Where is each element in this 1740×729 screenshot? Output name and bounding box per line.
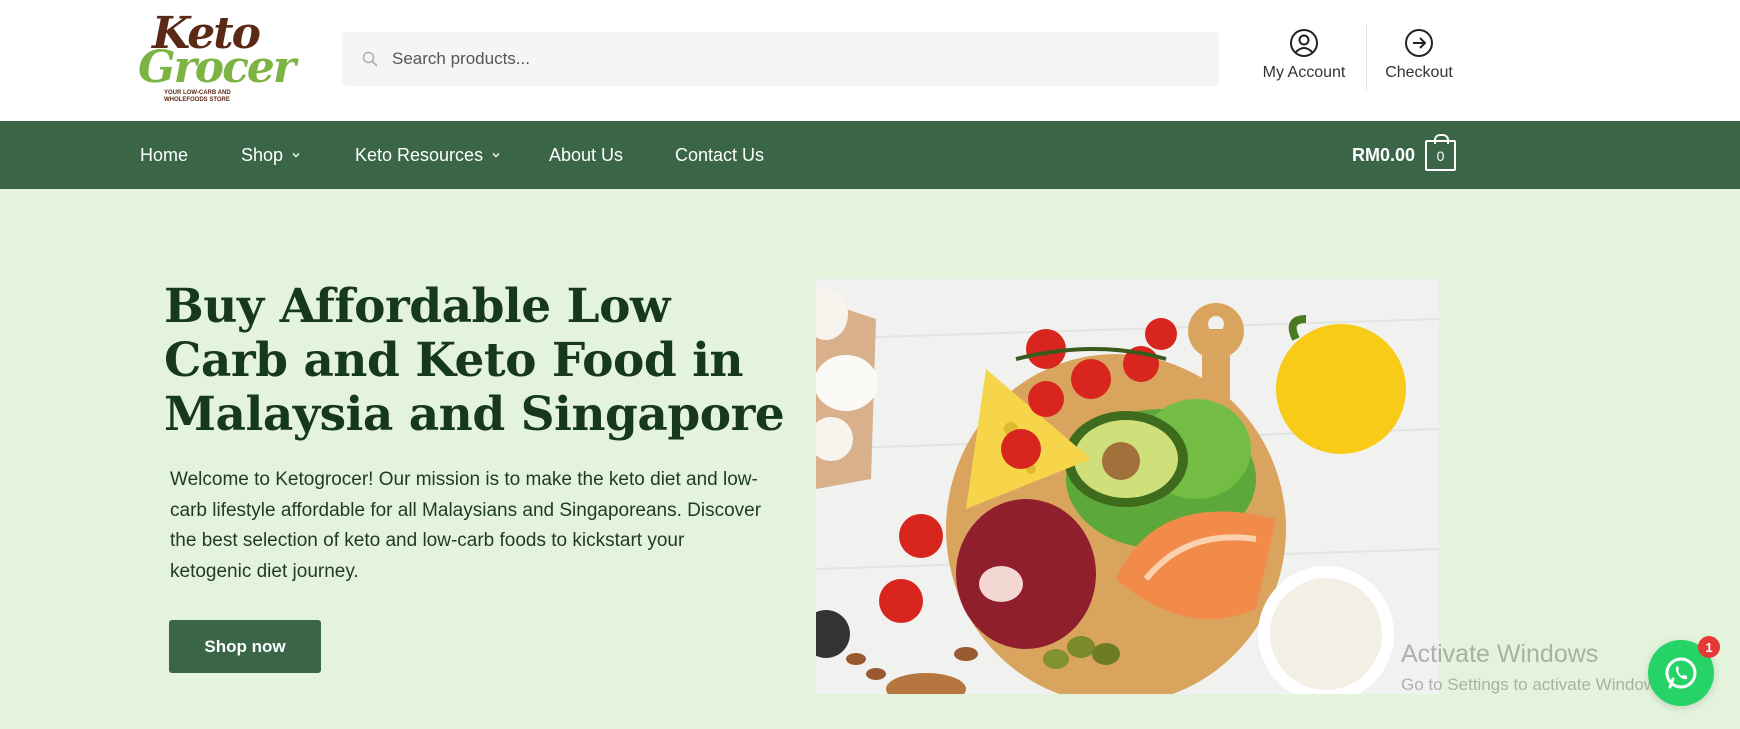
nav-item-keto-resources[interactable]: Keto Resources [355, 121, 501, 189]
cart-bag-icon[interactable]: 0 [1425, 134, 1456, 171]
checkout-link[interactable]: Checkout [1359, 28, 1479, 82]
search-input[interactable] [392, 49, 1192, 69]
nav-item-label: About Us [549, 144, 624, 165]
cart-count: 0 [1436, 147, 1445, 164]
cart-total[interactable]: RM0.00 [1352, 121, 1415, 189]
logo-tagline: YOUR LOW-CARB AND WHOLEFOODS STORE [164, 90, 231, 103]
whatsapp-icon [1665, 657, 1697, 689]
shop-now-button[interactable]: Shop now [169, 620, 321, 673]
main-navigation: Home Shop Keto Resources About Us Contac… [0, 121, 1740, 189]
checkout-label: Checkout [1385, 64, 1453, 81]
nav-item-home[interactable]: Home [140, 121, 188, 189]
hero-title: Buy Affordable Low Carb and Keto Food in… [164, 279, 785, 442]
site-header: Keto Grocer YOUR LOW-CARB AND WHOLEFOODS… [0, 0, 1740, 121]
my-account-label: My Account [1262, 64, 1346, 81]
nav-item-shop[interactable]: Shop [241, 121, 301, 189]
notification-badge: 1 [1698, 636, 1720, 658]
search-icon [362, 51, 378, 67]
search-bar [342, 32, 1219, 86]
nav-item-label: Contact Us [675, 144, 765, 165]
hero-description: Welcome to Ketogrocer! Our mission is to… [170, 469, 762, 582]
activate-windows-subtitle: Go to Settings to activate Windows. [1401, 675, 1670, 694]
user-icon [1290, 29, 1318, 57]
nav-item-label: Shop [241, 144, 284, 165]
site-logo[interactable]: Keto Grocer YOUR LOW-CARB AND WHOLEFOODS… [138, 12, 296, 104]
logo-word-grocer: Grocer [138, 42, 296, 93]
nav-item-about-us[interactable]: About Us [549, 121, 623, 189]
arrow-right-circle-icon [1405, 29, 1433, 57]
keto-food-illustration [816, 279, 1439, 694]
activate-windows-title: Activate Windows [1401, 640, 1599, 668]
nav-item-label: Keto Resources [355, 144, 484, 165]
my-account-link[interactable]: My Account [1244, 28, 1364, 82]
nav-item-contact-us[interactable]: Contact Us [675, 121, 764, 189]
nav-item-label: Home [140, 144, 189, 165]
hero-food-image [816, 279, 1439, 694]
chevron-down-icon [292, 153, 300, 158]
chevron-down-icon [492, 153, 500, 158]
